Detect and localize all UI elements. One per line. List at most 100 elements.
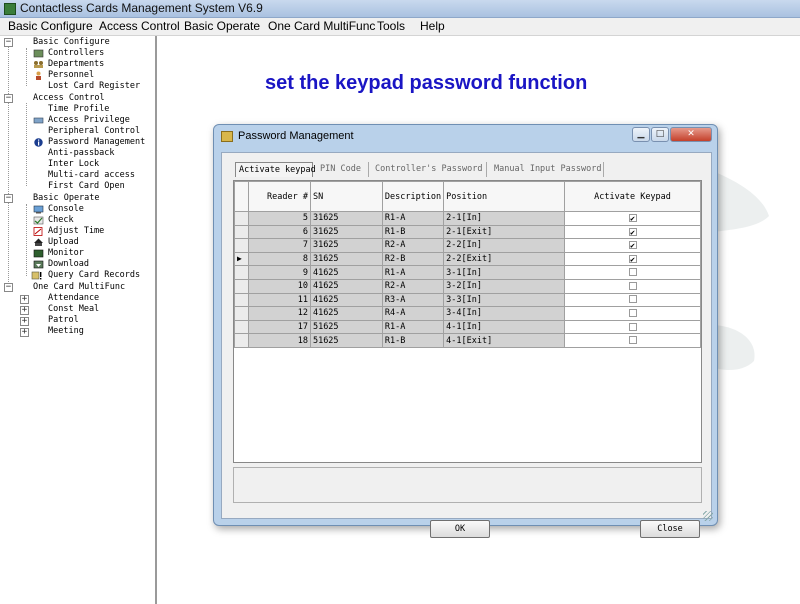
menu-help[interactable]: Help — [420, 19, 445, 33]
tree-item-inter-lock[interactable]: Inter Lock — [48, 159, 99, 170]
tree-item-upload[interactable]: Upload — [48, 237, 79, 248]
table-row[interactable]: 17 51625 R1-A 4-1[In] — [234, 319, 701, 335]
cell-activate-keypad[interactable] — [564, 333, 701, 348]
resize-grip[interactable] — [703, 511, 713, 521]
table-row[interactable]: 12 41625 R4-A 3-4[In] — [234, 306, 701, 321]
tree-item-controllers[interactable]: Controllers — [48, 48, 104, 59]
activate-keypad-checkbox[interactable] — [628, 281, 637, 290]
row-selector[interactable] — [234, 306, 249, 321]
tree-item-attendance[interactable]: Attendance — [48, 293, 99, 304]
expand-toggle[interactable]: + — [20, 328, 29, 337]
cell-activate-keypad[interactable] — [564, 319, 701, 335]
tree-item-time-profile[interactable]: Time Profile — [48, 104, 109, 115]
tree-item-query-card-records[interactable]: Query Card Records — [48, 270, 140, 281]
tree-item-lost-card-register[interactable]: Lost Card Register — [48, 81, 140, 92]
tree-item-adjust-time[interactable]: Adjust Time — [48, 226, 104, 237]
tree-item-patrol[interactable]: Patrol — [48, 315, 79, 326]
table-row[interactable]: ▶ 8 31625 R2-B 2-2[Exit] ✔ — [234, 251, 701, 267]
row-selector[interactable] — [234, 224, 249, 240]
collapse-toggle[interactable]: − — [4, 194, 13, 203]
cell-activate-keypad[interactable]: ✔ — [564, 224, 701, 240]
row-selector[interactable] — [234, 265, 249, 280]
table-row[interactable]: 10 41625 R2-A 3-2[In] — [234, 278, 701, 294]
tree-item-const-meal[interactable]: Const Meal — [48, 304, 99, 315]
app-icon — [4, 3, 16, 15]
collapse-toggle[interactable]: − — [4, 94, 13, 103]
expand-toggle[interactable]: + — [20, 317, 29, 326]
close-button[interactable]: Close — [640, 520, 700, 538]
cell-activate-keypad[interactable] — [564, 306, 701, 321]
cell-activate-keypad[interactable] — [564, 278, 701, 294]
tree-group-basic-configure[interactable]: Basic Configure — [33, 37, 110, 48]
tree-item-access-privilege[interactable]: Access Privilege — [48, 115, 130, 126]
activate-keypad-checkbox[interactable]: ✔ — [628, 241, 637, 250]
minimize-button[interactable]: ▁ — [632, 127, 650, 142]
menu-one-card-multifunc[interactable]: One Card MultiFunc — [268, 19, 375, 33]
cell-position: 2-2[Exit] — [443, 251, 566, 267]
tab-manual-input-password[interactable]: Manual Input Password — [491, 162, 604, 177]
activate-keypad-checkbox[interactable] — [628, 308, 637, 317]
tree-item-password-management[interactable]: Password Management — [48, 137, 145, 148]
cell-activate-keypad[interactable] — [564, 292, 701, 308]
row-selector[interactable] — [234, 319, 249, 335]
cell-activate-keypad[interactable] — [564, 265, 701, 280]
tree-item-multi-card-access[interactable]: Multi-card access — [48, 170, 135, 181]
activate-keypad-checkbox[interactable]: ✔ — [628, 255, 637, 264]
tree-item-peripheral-control[interactable]: Peripheral Control — [48, 126, 140, 137]
tree-item-personnel[interactable]: Personnel — [48, 70, 94, 81]
activate-keypad-checkbox[interactable] — [628, 268, 637, 277]
cell-activate-keypad[interactable]: ✔ — [564, 238, 701, 253]
row-selector[interactable] — [234, 278, 249, 294]
activate-keypad-checkbox[interactable] — [628, 322, 637, 331]
activate-keypad-checkbox[interactable] — [628, 295, 637, 304]
row-selector[interactable] — [234, 333, 249, 348]
column-header-activate-keypad[interactable]: Activate Keypad — [564, 181, 701, 212]
menu-tools[interactable]: Tools — [377, 19, 405, 33]
tree-item-meeting[interactable]: Meeting — [48, 326, 84, 337]
tree-item-departments[interactable]: Departments — [48, 59, 104, 70]
tree-group-basic-operate[interactable]: Basic Operate — [33, 193, 100, 204]
row-selector[interactable] — [234, 292, 249, 308]
menu-access-control[interactable]: Access Control — [99, 19, 180, 33]
tree-item-download[interactable]: Download — [48, 259, 89, 270]
table-row[interactable]: 6 31625 R1-B 2-1[Exit] ✔ — [234, 224, 701, 240]
collapse-toggle[interactable]: − — [4, 38, 13, 47]
collapse-toggle[interactable]: − — [4, 283, 13, 292]
upload-icon — [34, 238, 43, 246]
menu-basic-configure[interactable]: Basic Configure — [8, 19, 93, 33]
column-header-position[interactable]: Position — [443, 181, 566, 212]
column-header-description[interactable]: Description — [381, 181, 445, 212]
row-selector[interactable]: ▶ — [234, 251, 249, 267]
table-row[interactable]: 7 31625 R2-A 2-2[In] ✔ — [234, 238, 701, 253]
expand-toggle[interactable]: + — [20, 306, 29, 315]
table-row[interactable]: 11 41625 R3-A 3-3[In] — [234, 292, 701, 308]
cell-activate-keypad[interactable]: ✔ — [564, 211, 701, 226]
expand-toggle[interactable]: + — [20, 295, 29, 304]
tree-item-monitor[interactable]: Monitor — [48, 248, 84, 259]
tab-activate-keypad[interactable]: Activate keypad — [235, 162, 316, 177]
tree-item-console[interactable]: Console — [48, 204, 84, 215]
cell-activate-keypad[interactable]: ✔ — [564, 251, 701, 267]
column-header-sn[interactable]: SN — [309, 181, 383, 212]
tab-pin-code[interactable]: PIN Code — [317, 162, 369, 177]
activate-keypad-checkbox[interactable]: ✔ — [628, 227, 637, 236]
table-row[interactable]: 9 41625 R1-A 3-1[In] — [234, 265, 701, 280]
row-selector[interactable] — [234, 238, 249, 253]
ok-button[interactable]: OK — [430, 520, 490, 538]
close-window-button[interactable]: ✕ — [670, 127, 712, 142]
tree-group-one-card-multifunc[interactable]: One Card MultiFunc — [33, 282, 125, 293]
table-row[interactable]: 18 51625 R1-B 4-1[Exit] — [234, 333, 701, 348]
column-header-reader[interactable]: Reader # — [247, 181, 311, 212]
activate-keypad-checkbox[interactable] — [628, 336, 637, 345]
row-selector[interactable] — [234, 211, 249, 226]
cell-position: 3-1[In] — [443, 265, 566, 280]
tree-group-access-control[interactable]: Access Control — [33, 93, 105, 104]
tab-controllers-password[interactable]: Controller's Password — [372, 162, 487, 177]
tree-item-check[interactable]: Check — [48, 215, 74, 226]
activate-keypad-checkbox[interactable]: ✔ — [628, 214, 637, 223]
tree-item-first-card-open[interactable]: First Card Open — [48, 181, 125, 192]
tree-item-anti-passback[interactable]: Anti-passback — [48, 148, 115, 159]
table-row[interactable]: 5 31625 R1-A 2-1[In] ✔ — [234, 211, 701, 226]
menu-basic-operate[interactable]: Basic Operate — [184, 19, 260, 33]
maximize-button[interactable]: □ — [651, 127, 669, 142]
